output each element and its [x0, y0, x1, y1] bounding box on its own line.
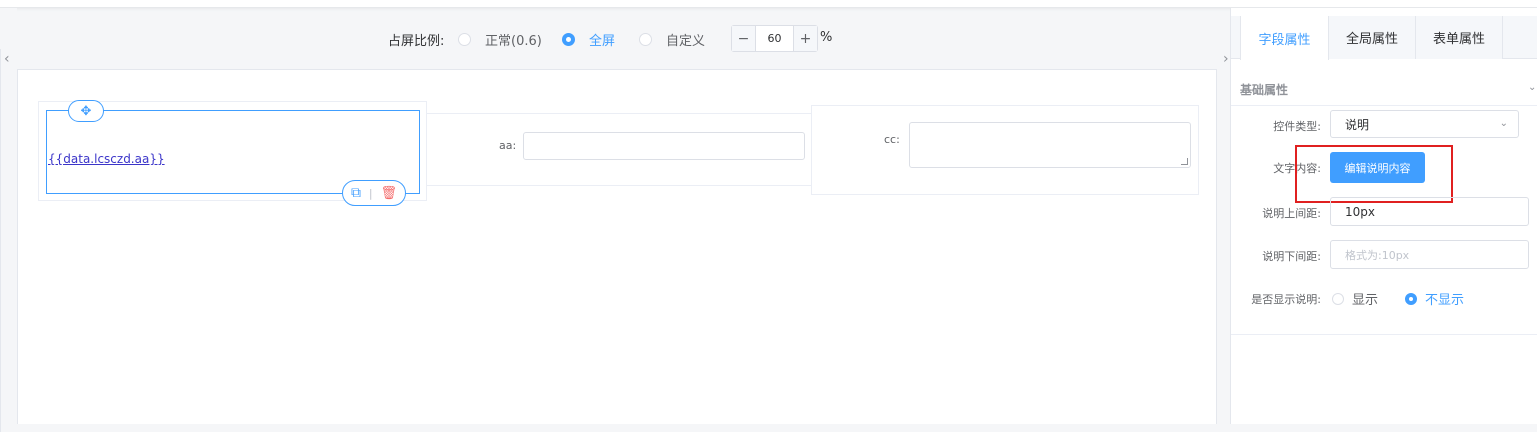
tab-form-properties[interactable]: 表单属性 [1416, 16, 1503, 59]
panel-tabs: 字段属性 全局属性 表单属性 [1231, 16, 1537, 60]
left-collapsed-panel: ‹ [0, 8, 17, 432]
radio-dot [639, 33, 652, 46]
field-actions: ⧉ | 🗑 [342, 180, 406, 206]
radio-label: 不显示 [1425, 293, 1465, 308]
radio-dot [562, 33, 575, 46]
chevron-down-icon[interactable]: ⌄ [1528, 82, 1536, 93]
chevron-down-icon: ⌄ [1499, 118, 1508, 129]
section-divider [1231, 105, 1537, 106]
stepper-increase-button[interactable]: + [793, 26, 817, 51]
ratio-stepper: − 60 + [731, 25, 818, 52]
stepper-decrease-button[interactable]: − [732, 26, 756, 51]
radio-dot [1332, 292, 1344, 305]
field-aa-label: aa: [499, 139, 517, 152]
percent-sign: % [820, 30, 833, 45]
properties-panel: 字段属性 全局属性 表单属性 基础属性 ⌄ 控件类型: 说明 ⌄ 文字内容: 编… [1230, 8, 1537, 424]
field-aa[interactable]: aa: [427, 113, 812, 186]
section-title[interactable]: 基础属性 [1240, 81, 1288, 98]
top-bar [0, 0, 1537, 8]
radio-normal[interactable]: 正常(0.6) [458, 30, 542, 49]
highlight-box [1295, 145, 1453, 203]
radio-show[interactable]: 显示 [1332, 289, 1378, 308]
stepper-value[interactable]: 60 [756, 26, 793, 51]
delete-icon[interactable]: 🗑 [381, 186, 398, 201]
control-type-value: 说明 [1345, 117, 1370, 132]
show-description-label: 是否显示说明: [1251, 293, 1321, 306]
action-separator: | [368, 186, 373, 200]
left-divider [0, 49, 1, 432]
field-cc[interactable]: cc: [811, 105, 1199, 195]
collapse-right-icon[interactable]: › [1223, 52, 1229, 66]
description-text: {{data.lcsczd.aa}} [48, 152, 165, 166]
form-canvas: ✥ {{data.lcsczd.aa}} ⧉ | 🗑 aa: cc: [17, 69, 1217, 424]
radio-label: 自定义 [666, 34, 706, 49]
radio-label: 正常(0.6) [485, 34, 542, 49]
field-cc-label: cc: [884, 133, 900, 146]
copy-icon[interactable]: ⧉ [351, 185, 361, 201]
radio-custom[interactable]: 自定义 [639, 30, 705, 49]
radio-label: 全屏 [589, 34, 616, 49]
radio-hide[interactable]: 不显示 [1405, 289, 1464, 308]
bottom-spacing-label: 说明下间距: [1262, 250, 1321, 263]
field-cc-textarea[interactable] [909, 122, 1191, 168]
tab-global-properties[interactable]: 全局属性 [1329, 16, 1416, 59]
field-aa-input[interactable] [523, 132, 805, 160]
ratio-label: 占屏比例: [388, 34, 445, 49]
description-field-selected[interactable]: ✥ {{data.lcsczd.aa}} ⧉ | 🗑 [46, 100, 420, 206]
bottom-spacing-input[interactable]: 格式为:10px [1330, 240, 1529, 269]
description-field-wrapper[interactable]: ✥ {{data.lcsczd.aa}} ⧉ | 🗑 [38, 100, 427, 206]
radio-fullscreen[interactable]: 全屏 [562, 30, 615, 49]
radio-label: 显示 [1352, 293, 1379, 308]
move-icon[interactable]: ✥ [68, 100, 104, 122]
panel-divider [1231, 334, 1537, 335]
radio-dot [1405, 292, 1417, 305]
collapse-left-icon[interactable]: ‹ [4, 52, 10, 66]
tab-field-properties[interactable]: 字段属性 [1240, 16, 1329, 60]
radio-dot [458, 33, 471, 46]
control-type-select[interactable]: 说明 ⌄ [1330, 110, 1519, 138]
toolbar: 占屏比例: 正常(0.6) 全屏 自定义 − 60 + % [17, 8, 1217, 68]
control-type-label: 控件类型: [1273, 120, 1321, 133]
top-spacing-label: 说明上间距: [1262, 207, 1321, 220]
top-spacing-input[interactable]: 10px [1330, 197, 1529, 226]
